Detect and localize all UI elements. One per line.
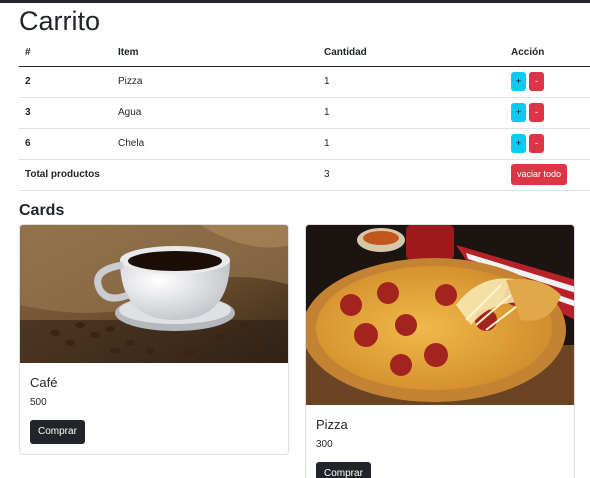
header-quantity: Cantidad [318, 40, 505, 67]
row-item: Chela [112, 128, 318, 160]
coffee-image [20, 225, 288, 363]
buy-button[interactable]: Comprar [30, 420, 85, 444]
decrease-button[interactable]: - [529, 134, 544, 153]
total-count: 3 [318, 158, 505, 191]
decrease-button[interactable]: - [529, 72, 544, 91]
row-item: Agua [112, 97, 318, 129]
table-header-row: # Item Cantidad Acción [19, 40, 590, 67]
row-id: 2 [19, 66, 112, 98]
row-actions: + - [505, 66, 590, 98]
pizza-image [306, 225, 574, 405]
total-actions: vaciar todo [505, 158, 590, 191]
row-id: 6 [19, 128, 112, 160]
total-label: Total productos [19, 158, 318, 191]
card-price: 300 [316, 439, 333, 450]
page-title: Carrito [19, 6, 101, 36]
header-action: Acción [505, 40, 590, 67]
buy-button[interactable]: Comprar [316, 462, 371, 478]
increase-button[interactable]: + [511, 72, 526, 91]
increase-button[interactable]: + [511, 103, 526, 122]
header-id: # [19, 40, 112, 67]
row-id: 3 [19, 97, 112, 129]
total-row: Total productos 3 vaciar todo [19, 158, 590, 191]
card-title: Pizza [316, 417, 348, 432]
row-actions: + - [505, 97, 590, 129]
table-row: 6 Chela 1 + - [19, 128, 590, 160]
header-item: Item [112, 40, 318, 67]
table-row: 3 Agua 1 + - [19, 97, 590, 129]
row-quantity: 1 [318, 97, 505, 129]
card-title: Café [30, 375, 58, 390]
row-item: Pizza [112, 66, 318, 98]
product-card-coffee: Café 500 Comprar [19, 224, 289, 455]
decrease-button[interactable]: - [529, 103, 544, 122]
product-card-pizza: Pizza 300 Comprar [305, 224, 575, 478]
card-price: 500 [30, 397, 47, 408]
row-quantity: 1 [318, 66, 505, 98]
cart-table: # Item Cantidad Acción 2 Pizza 1 + - 3 Ag… [19, 40, 590, 191]
row-actions: + - [505, 128, 590, 160]
increase-button[interactable]: + [511, 134, 526, 153]
top-border [0, 0, 590, 3]
cards-heading: Cards [19, 202, 65, 219]
empty-cart-button[interactable]: vaciar todo [511, 164, 568, 185]
table-row: 2 Pizza 1 + - [19, 66, 590, 98]
row-quantity: 1 [318, 128, 505, 160]
